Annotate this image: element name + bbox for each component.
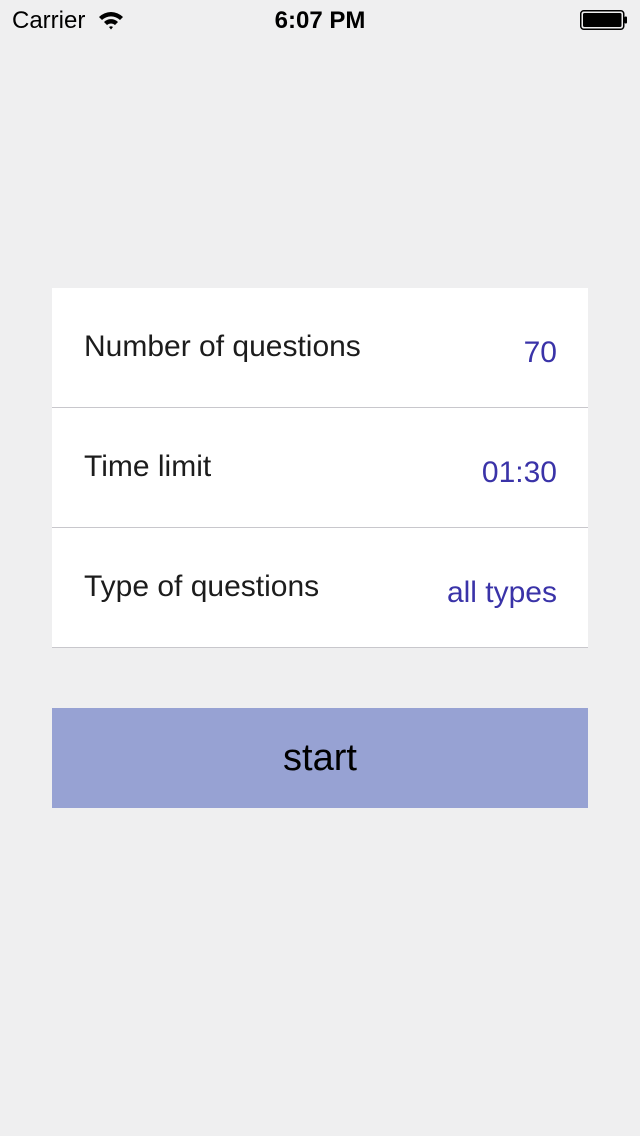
setting-value[interactable]: 70 <box>524 338 557 368</box>
setting-label: Time limit <box>84 450 212 483</box>
setting-row-time-limit[interactable]: Time limit 01:30 <box>52 408 588 528</box>
setting-row-type-of-questions[interactable]: Type of questions all types <box>52 528 588 648</box>
status-bar: Carrier 6:07 PM <box>0 0 640 40</box>
battery-icon <box>580 10 628 30</box>
status-time: 6:07 PM <box>274 7 366 34</box>
start-button-label: start <box>283 737 357 779</box>
setting-value[interactable]: all types <box>447 578 557 608</box>
setting-row-number-of-questions[interactable]: Number of questions 70 <box>52 288 588 408</box>
setting-value[interactable]: 01:30 <box>482 458 557 488</box>
setting-label: Number of questions <box>84 330 361 363</box>
setting-label: Type of questions <box>84 570 320 603</box>
settings-card: Number of questions 70 Time limit 01:30 … <box>52 288 588 648</box>
start-button[interactable]: start <box>52 708 588 808</box>
